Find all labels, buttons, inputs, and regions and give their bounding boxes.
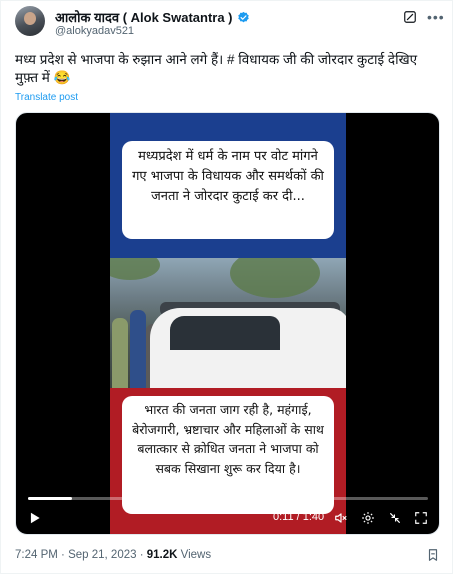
video-caption-top: मध्यप्रदेश में धर्म के नाम पर वोट मांगने…: [122, 141, 334, 239]
video-player[interactable]: मध्यप्रदेश में धर्म के नाम पर वोट मांगने…: [15, 112, 440, 535]
more-options-icon[interactable]: •••: [427, 9, 445, 25]
author-display-name[interactable]: आलोक यादव ( Alok Swatantra ): [55, 8, 233, 26]
video-progress-bar[interactable]: [28, 497, 428, 500]
tweet-date[interactable]: Sep 21, 2023: [68, 549, 136, 561]
author-handle[interactable]: @alokyadav521: [55, 25, 134, 37]
avatar[interactable]: [15, 6, 45, 36]
tree-foliage: [110, 258, 160, 280]
tweet-metadata: 7:24 PM · Sep 21, 2023 · 91.2K Views: [15, 549, 211, 561]
bookmark-icon[interactable]: [426, 547, 440, 563]
fullscreen-icon[interactable]: [414, 511, 428, 525]
tree-foliage: [230, 258, 320, 298]
tweet-card: आलोक यादव ( Alok Swatantra ) @alokyadav5…: [0, 0, 453, 574]
verified-badge-icon: [237, 11, 249, 22]
person-figure: [130, 310, 146, 388]
grok-icon[interactable]: [403, 10, 417, 24]
video-footage: [110, 258, 346, 388]
video-frame: मध्यप्रदेश में धर्म के नाम पर वोट मांगने…: [110, 113, 346, 534]
tweet-time[interactable]: 7:24 PM: [15, 549, 58, 561]
translate-post-link[interactable]: Translate post: [15, 92, 78, 103]
video-progress-fill: [28, 497, 72, 500]
views-count: 91.2K: [146, 549, 178, 561]
tweet-text: मध्य प्रदेश से भाजपा के रुझान आने लगे है…: [15, 52, 418, 85]
volume-muted-icon[interactable]: [334, 511, 348, 525]
play-icon[interactable]: [28, 511, 42, 525]
meta-separator: ·: [139, 549, 144, 561]
video-top-panel: मध्यप्रदेश में धर्म के नाम पर वोट मांगने…: [110, 113, 346, 258]
meta-separator: ·: [61, 549, 65, 561]
car-window: [170, 316, 280, 350]
author-row: आलोक यादव ( Alok Swatantra ): [55, 8, 250, 26]
settings-gear-icon[interactable]: [361, 511, 375, 525]
person-figure: [112, 318, 128, 388]
video-time-display: 0:11 / 1:40: [273, 511, 325, 523]
views-label: Views: [180, 549, 212, 561]
collapse-icon[interactable]: [388, 511, 402, 525]
